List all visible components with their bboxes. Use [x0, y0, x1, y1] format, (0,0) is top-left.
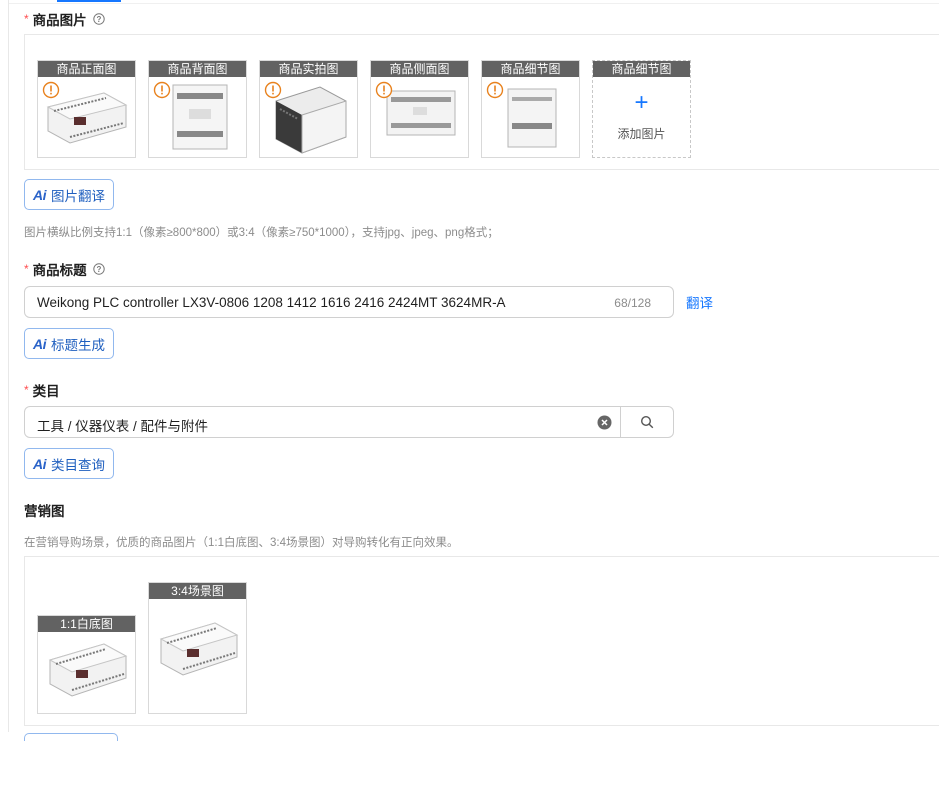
warning-icon[interactable] — [486, 81, 504, 99]
marketing-hint: 在营销导购场景，优质的商品图片（1:1白底图、3:4场景图）对导购转化有正向效果… — [24, 537, 459, 549]
thumb-caption: 商品背面图 — [149, 61, 246, 77]
category-search-button[interactable] — [620, 406, 674, 438]
partially-visible-button[interactable] — [24, 733, 118, 741]
plc-image — [386, 90, 456, 136]
form-panel: * 商品图片 ? 商品正面图 商品背面图 商品实拍图 商品侧面图 商品细节图 商… — [8, 0, 939, 741]
product-title-value: Weikong PLC controller LX3V-0806 1208 14… — [37, 295, 506, 310]
warning-icon[interactable] — [153, 81, 171, 99]
ai-icon: Ai — [33, 186, 47, 203]
svg-text:?: ? — [96, 265, 101, 274]
product-image-thumb[interactable]: 商品背面图 — [148, 60, 247, 158]
svg-text:?: ? — [96, 15, 101, 24]
plc-image — [172, 84, 228, 150]
thumb-caption: 1:1白底图 — [38, 616, 135, 632]
help-icon[interactable]: ? — [92, 263, 105, 275]
plc-image — [507, 88, 557, 148]
translate-link[interactable]: 翻译 — [686, 292, 713, 312]
required-mark: * — [24, 262, 29, 276]
active-tab-indicator — [57, 0, 121, 2]
search-icon — [640, 415, 654, 429]
warning-icon[interactable] — [264, 81, 282, 99]
plc-image — [159, 622, 239, 676]
required-mark: * — [24, 12, 29, 26]
plc-image — [275, 86, 347, 154]
required-mark: * — [24, 383, 29, 397]
product-images-label: * 商品图片 ? — [24, 9, 105, 29]
thumb-caption: 商品细节图 — [593, 61, 690, 77]
marketing-image-thumb[interactable]: 3:4场景图 — [148, 582, 247, 714]
thumb-caption: 商品实拍图 — [260, 61, 357, 77]
thumb-caption: 商品侧面图 — [371, 61, 468, 77]
image-hint: 图片横纵比例支持1:1（像素≥800*800）或3:4（像素≥750*1000）… — [24, 227, 499, 239]
ai-icon: Ai — [33, 455, 47, 472]
char-counter: 68/128 — [614, 296, 651, 310]
title-generate-button[interactable]: Ai 标题生成 — [24, 328, 114, 359]
help-icon[interactable]: ? — [92, 13, 105, 25]
product-images-box: 商品正面图 商品背面图 商品实拍图 商品侧面图 商品细节图 商品细节图 + 添加… — [24, 34, 939, 170]
category-value: 工具 / 仪器仪表 / 配件与附件 — [37, 419, 209, 434]
plc-image — [48, 643, 128, 697]
add-image-button[interactable]: 商品细节图 + 添加图片 — [592, 60, 691, 158]
product-image-thumb[interactable]: 商品细节图 — [481, 60, 580, 158]
image-translate-button[interactable]: Ai 图片翻译 — [24, 179, 114, 210]
product-title-label: * 商品标题 ? — [24, 259, 105, 279]
warning-icon[interactable] — [375, 81, 393, 99]
product-image-thumb[interactable]: 商品侧面图 — [370, 60, 469, 158]
ai-icon: Ai — [33, 335, 47, 352]
thumb-caption: 商品细节图 — [482, 61, 579, 77]
category-label: * 类目 — [24, 383, 60, 399]
warning-icon[interactable] — [42, 81, 60, 99]
product-image-thumb[interactable]: 商品正面图 — [37, 60, 136, 158]
marketing-image-thumb[interactable]: 1:1白底图 — [37, 615, 136, 714]
marketing-label: 营销图 — [24, 504, 65, 519]
thumb-caption: 商品正面图 — [38, 61, 135, 77]
category-query-button[interactable]: Ai 类目查询 — [24, 448, 114, 479]
plus-icon: + — [634, 89, 649, 116]
product-title-input[interactable]: Weikong PLC controller LX3V-0806 1208 14… — [24, 286, 674, 318]
clear-icon[interactable] — [597, 415, 612, 430]
add-image-label: 添加图片 — [617, 127, 666, 141]
product-image-thumb[interactable]: 商品实拍图 — [259, 60, 358, 158]
divider — [9, 3, 939, 4]
category-select[interactable]: 工具 / 仪器仪表 / 配件与附件 — [24, 406, 621, 438]
marketing-images-box: 1:1白底图 3:4场景图 — [24, 556, 939, 726]
thumb-caption: 3:4场景图 — [149, 583, 246, 599]
